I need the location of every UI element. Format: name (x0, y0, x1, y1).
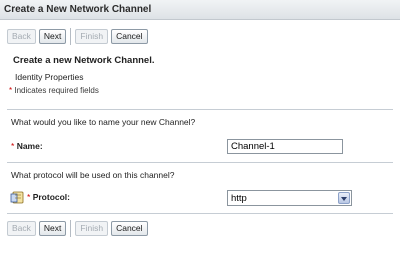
divider (7, 213, 393, 214)
required-marker: * (9, 86, 13, 95)
next-button[interactable]: Next (38, 220, 67, 236)
cancel-button[interactable]: Cancel (111, 220, 148, 236)
name-label-text: Name: (16, 141, 43, 151)
back-button[interactable]: Back (7, 28, 36, 44)
toolbar-separator (70, 27, 73, 45)
protocol-label-text: Protocol: (32, 192, 70, 202)
protocol-selected-value: http (231, 193, 247, 204)
finish-button[interactable]: Finish (75, 220, 109, 236)
toolbar-separator (70, 219, 73, 237)
top-button-bar: Back Next Finish Cancel (7, 26, 151, 46)
cancel-button[interactable]: Cancel (111, 28, 148, 44)
bottom-button-bar: Back Next Finish Cancel (7, 218, 151, 238)
name-label: * Name: (11, 141, 43, 151)
section-title: Identity Properties (15, 72, 84, 82)
back-button[interactable]: Back (7, 220, 36, 236)
window-title: Create a New Network Channel (0, 0, 400, 20)
required-marker: * (27, 192, 31, 202)
chevron-down-icon[interactable] (338, 192, 350, 204)
help-book-icon[interactable] (10, 191, 24, 204)
page-heading: Create a new Network Channel. (13, 55, 155, 66)
finish-button[interactable]: Finish (75, 28, 109, 44)
divider (7, 109, 393, 110)
required-note-text: Indicates required fields (14, 86, 99, 95)
name-input[interactable]: Channel-1 (227, 139, 343, 154)
protocol-question: What protocol will be used on this chann… (11, 170, 175, 180)
name-question: What would you like to name your new Cha… (11, 117, 196, 127)
next-button[interactable]: Next (38, 28, 67, 44)
divider (7, 162, 393, 163)
protocol-select[interactable]: http (227, 190, 352, 206)
required-marker: * (11, 141, 15, 151)
protocol-label: * Protocol: (27, 192, 70, 202)
required-fields-note: * Indicates required fields (9, 86, 99, 95)
